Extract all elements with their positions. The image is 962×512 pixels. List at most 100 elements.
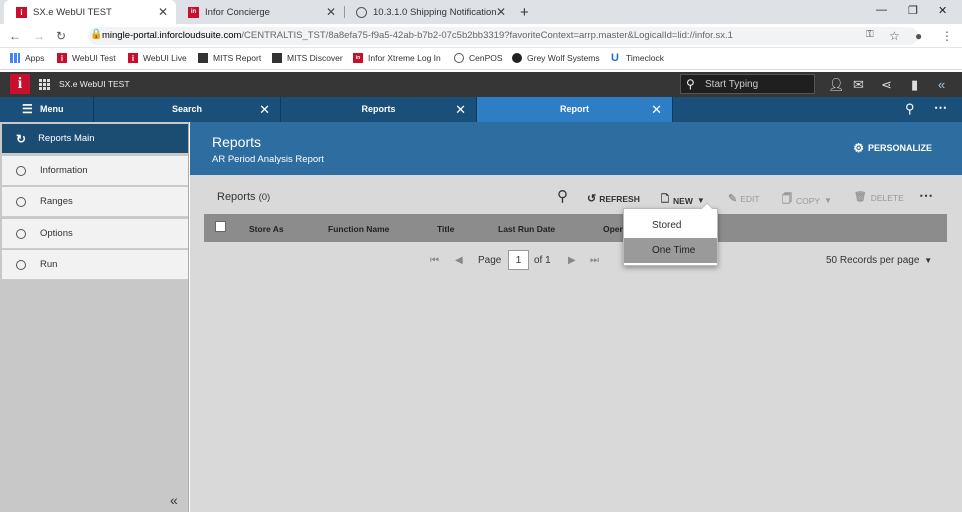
page-subtitle: AR Period Analysis Report	[212, 154, 324, 165]
column-header-title[interactable]: Title	[437, 224, 454, 234]
global-search-input[interactable]: ⚲ Start Typing	[680, 74, 815, 94]
collapse-sidebar-icon[interactable]: «	[170, 492, 178, 508]
bookmark-timeclock[interactable]: U Timeclock	[611, 53, 664, 64]
key-icon[interactable]: ⚿	[866, 29, 874, 40]
close-icon[interactable]: ✕	[455, 97, 466, 122]
browser-tab-title: 10.3.1.0 Shipping Notification.bc	[373, 6, 498, 18]
menu-item-one-time[interactable]: One Time	[624, 238, 717, 263]
column-header-last-run-date[interactable]: Last Run Date	[498, 224, 555, 234]
url-path: /CENTRALTIS_TST/8a8efa75-f9a5-42ab-b7b2-…	[241, 30, 733, 41]
copy-button[interactable]: 🗍 COPY ▼	[782, 192, 832, 209]
browser-tab-shipping-notification[interactable]: 10.3.1.0 Shipping Notification.bc ✕	[344, 0, 514, 24]
collapse-panel-icon[interactable]: «	[938, 77, 945, 92]
restore-icon[interactable]: ❐	[908, 4, 918, 17]
new-button[interactable]: 🗋 NEW ▼	[661, 192, 705, 209]
column-header-store-as[interactable]: Store As	[249, 224, 284, 234]
page-number-input[interactable]: 1	[508, 250, 529, 270]
first-page-icon[interactable]: ⏮	[430, 255, 439, 266]
bookmark-webui-live[interactable]: i WebUI Live	[128, 53, 187, 63]
bookmark-mits-report[interactable]: MITS Report	[198, 53, 261, 63]
mail-icon[interactable]: ✉	[853, 77, 864, 93]
copy-icon: 🗍	[782, 194, 792, 205]
module-tab-bar: ☰ Menu Search ✕ Reports ✕ Report ✕ ⚲ ⋯	[0, 97, 962, 122]
infor-logo: i	[10, 74, 30, 94]
radio-icon	[16, 165, 26, 176]
url-host: mingle-portal.inforcloudsuite.com	[102, 30, 242, 41]
close-icon[interactable]: ✕	[259, 97, 270, 122]
tab-search[interactable]: Search ✕	[94, 97, 281, 122]
new-tab-button[interactable]: +	[516, 0, 538, 24]
table-header: Store As Function Name Title Last Run Da…	[204, 214, 947, 242]
profile-icon[interactable]: ●	[915, 29, 922, 43]
close-tab-icon[interactable]: ✕	[158, 5, 168, 19]
app-grid-icon[interactable]	[39, 79, 50, 90]
menu-item-stored[interactable]: Stored	[624, 213, 717, 238]
lock-icon[interactable]: 🔒	[90, 29, 102, 40]
more-vert-icon[interactable]: ⋮	[941, 29, 953, 43]
bookmark-webui-test[interactable]: i WebUI Test	[57, 53, 116, 63]
reports-count-label: Reports (0)	[217, 191, 271, 203]
delete-button[interactable]: 🗑 DELETE	[854, 192, 904, 203]
infor-favicon-icon: in	[188, 6, 199, 18]
search-icon[interactable]: ⚲	[557, 187, 568, 205]
browser-tab-title: Infor Concierge	[205, 6, 270, 18]
tab-reports[interactable]: Reports ✕	[281, 97, 477, 122]
new-dropdown-menu: Stored One Time	[623, 202, 718, 266]
infor-favicon-icon: i	[16, 6, 27, 18]
chevron-down-icon: ▼	[824, 196, 833, 205]
forward-arrow-icon[interactable]: →	[33, 29, 45, 43]
column-header-function-name[interactable]: Function Name	[328, 224, 389, 234]
last-page-icon[interactable]: ⏭	[590, 255, 599, 266]
star-icon[interactable]: ☆	[889, 29, 900, 43]
chevron-down-icon: ▼	[924, 256, 933, 265]
sidebar-item-run[interactable]: Run	[2, 250, 188, 280]
tab-report[interactable]: Report ✕	[477, 97, 673, 122]
infor-favicon-icon: in	[353, 53, 363, 63]
refresh-button[interactable]: ↺ REFRESH	[587, 192, 640, 205]
next-page-icon[interactable]: ▶	[568, 255, 576, 266]
bookmark-icon[interactable]: ▮	[911, 77, 918, 93]
sidebar-item-ranges[interactable]: Ranges	[2, 187, 188, 217]
radio-icon	[16, 228, 26, 239]
sidebar: ↻ Reports Main Information Ranges Option…	[0, 122, 189, 512]
pager: ⏮ ◀ Page 1 of 1 ▶ ⏭ 50 Records per page …	[190, 250, 962, 272]
bookmark-grey-wolf[interactable]: Grey Wolf Systems	[512, 53, 600, 63]
reload-icon[interactable]: ↻	[56, 29, 66, 43]
share-icon[interactable]: ⋖	[881, 77, 892, 93]
main-content: Reports AR Period Analysis Report ⚙ PERS…	[190, 122, 962, 512]
bookmark-mits-discover[interactable]: MITS Discover	[272, 53, 343, 63]
browser-tab-infor-concierge[interactable]: in Infor Concierge ✕	[176, 0, 344, 24]
column-header-oper[interactable]: Oper	[603, 224, 623, 234]
close-tab-icon[interactable]: ✕	[326, 5, 336, 19]
sidebar-item-reports-main[interactable]: ↻ Reports Main	[2, 124, 188, 154]
close-window-icon[interactable]: ✕	[938, 4, 947, 17]
search-icon[interactable]: ⚲	[905, 101, 915, 117]
bookmark-cenpos[interactable]: CenPOS	[454, 53, 503, 63]
sidebar-item-information[interactable]: Information	[2, 156, 188, 186]
bookmark-infor-xtreme[interactable]: in Infor Xtreme Log In	[353, 53, 441, 63]
minimize-icon[interactable]: —	[876, 4, 887, 16]
user-icon[interactable]: 👤︎	[828, 77, 845, 93]
back-arrow-icon[interactable]: ←	[9, 29, 21, 43]
more-horiz-icon[interactable]: ⋯	[919, 187, 933, 204]
edit-button[interactable]: ✎ EDIT	[728, 192, 760, 205]
more-horiz-icon[interactable]: ⋯	[934, 100, 947, 116]
globe-icon	[356, 6, 367, 18]
personalize-button[interactable]: ⚙ PERSONALIZE	[853, 141, 932, 155]
select-all-checkbox[interactable]	[215, 221, 226, 232]
previous-page-icon[interactable]: ◀	[455, 255, 463, 266]
bookmark-apps[interactable]: Apps	[10, 53, 44, 63]
app-title: SX.e WebUI TEST	[59, 79, 130, 89]
close-icon[interactable]: ✕	[651, 97, 662, 122]
page-of-label: of 1	[534, 255, 551, 266]
close-tab-icon[interactable]: ✕	[496, 5, 506, 19]
bookmarks-bar: Apps i WebUI Test i WebUI Live MITS Report…	[0, 48, 962, 70]
sidebar-item-options[interactable]: Options	[2, 219, 188, 249]
globe-icon	[454, 53, 464, 63]
browser-tab-title: SX.e WebUI TEST	[33, 6, 112, 18]
menu-button[interactable]: ☰ Menu	[0, 97, 94, 122]
radio-icon	[16, 259, 26, 270]
browser-tab-sxe-webui[interactable]: i SX.e WebUI TEST ✕	[4, 0, 176, 24]
browser-address-bar: ← → ↻ 🔒 mingle-portal.inforcloudsuite.co…	[0, 24, 962, 48]
records-per-page-select[interactable]: 50 Records per page ▼	[826, 255, 932, 266]
